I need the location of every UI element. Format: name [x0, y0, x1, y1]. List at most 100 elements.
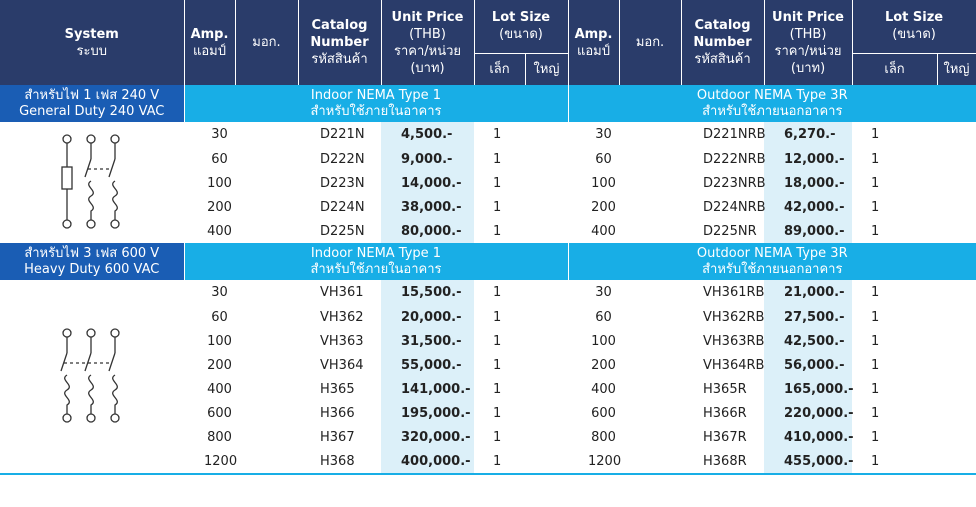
- amp-outdoor-cell: 60: [595, 309, 612, 325]
- lot-small-outdoor-cell: 1: [871, 151, 880, 167]
- mok-cell: [235, 329, 298, 353]
- mok-outdoor-cell: [619, 219, 681, 243]
- lot-small-outdoor-cell: 1: [871, 453, 880, 469]
- section-label: สำหรับไฟ 3 เฟส 600 V Heavy Duty 600 VAC: [0, 243, 185, 280]
- mok-cell: [235, 280, 298, 305]
- price-outdoor-cell: 6,270.-: [764, 122, 853, 147]
- lot-small-outdoor-cell: 1: [871, 405, 880, 421]
- lot-small-cell: 1: [493, 223, 502, 239]
- section-header: สำหรับไฟ 1 เฟส 240 V General Duty 240 VAC…: [0, 85, 976, 122]
- lot-large-outdoor-cell: [937, 195, 976, 219]
- col-mok-outdoor: มอก.: [619, 0, 682, 85]
- col-system: System ระบบ: [0, 0, 185, 85]
- mok-cell: [235, 449, 298, 473]
- lot-large-cell: [525, 195, 568, 219]
- wiring-diagram: [0, 122, 184, 243]
- price-cell: 31,500.-: [381, 329, 474, 353]
- col-unit-price-outdoor: Unit Price (THB) ราคา/หน่วย (บาท): [764, 0, 853, 85]
- lot-large-cell: [525, 401, 568, 425]
- catalog-cell: H366: [320, 405, 355, 421]
- lot-large-outdoor-cell: [937, 329, 976, 353]
- table-row: 30 D221N 4,500.- 1 30 D221NRB 6,270.- 1: [0, 122, 976, 229]
- mok-outdoor-cell: [619, 401, 681, 425]
- mok-outdoor-cell: [619, 305, 681, 329]
- amp-outdoor-cell: 400: [591, 223, 616, 239]
- lot-small-cell: 1: [493, 333, 502, 349]
- amp-cell: 1200: [204, 453, 238, 469]
- lot-small-cell: 1: [493, 453, 502, 469]
- lot-small-outdoor-cell: 1: [871, 309, 880, 325]
- price-cell: 55,000.-: [381, 353, 474, 377]
- catalog-outdoor-cell: D221NRB: [703, 127, 766, 142]
- mok-outdoor-cell: [619, 425, 681, 449]
- price-outdoor-cell: 42,000.-: [764, 195, 853, 219]
- mok-cell: [235, 305, 298, 329]
- price-cell: 195,000.-: [381, 401, 474, 425]
- lot-small-outdoor-cell: 1: [871, 381, 880, 397]
- amp-cell: 200: [207, 357, 232, 373]
- amp-cell: 200: [207, 199, 232, 215]
- mok-cell: [235, 353, 298, 377]
- price-cell: 400,000.-: [381, 449, 474, 473]
- catalog-cell: D225N: [320, 223, 365, 239]
- price-cell: 15,500.-: [381, 280, 474, 305]
- lot-large-cell: [525, 329, 568, 353]
- mok-cell: [235, 122, 298, 147]
- lot-large-outdoor-cell: [937, 219, 976, 243]
- lot-large-cell: [525, 377, 568, 401]
- catalog-cell: VH363: [320, 333, 364, 349]
- lot-small-cell: 1: [493, 357, 502, 373]
- catalog-cell: D222N: [320, 151, 365, 167]
- lot-small-cell: 1: [493, 429, 502, 445]
- lot-small-outdoor-cell: 1: [871, 333, 880, 349]
- lot-large-cell: [525, 171, 568, 195]
- catalog-outdoor-cell: D222NRB: [703, 151, 766, 167]
- amp-cell: 60: [211, 309, 228, 325]
- amp-outdoor-cell: 200: [591, 357, 616, 373]
- section-indoor-band: Indoor NEMA Type 1 สำหรับใช้ภายในอาคาร: [184, 243, 569, 280]
- lot-large-outdoor-cell: [937, 122, 976, 147]
- bottom-rule: [0, 473, 976, 475]
- col-mok: มอก.: [235, 0, 299, 85]
- lot-small-outdoor-cell: 1: [871, 175, 880, 191]
- catalog-cell: H367: [320, 429, 355, 445]
- col-lot-large-outdoor: ใหญ่: [937, 52, 976, 85]
- lot-large-outdoor-cell: [937, 305, 976, 329]
- lot-large-outdoor-cell: [937, 147, 976, 171]
- mok-outdoor-cell: [619, 329, 681, 353]
- lot-large-cell: [525, 219, 568, 243]
- price-cell: 20,000.-: [381, 305, 474, 329]
- price-outdoor-cell: 410,000.-: [764, 425, 854, 449]
- amp-cell: 60: [211, 151, 228, 167]
- price-cell: 9,000.-: [381, 147, 474, 171]
- lot-large-outdoor-cell: [937, 353, 976, 377]
- lot-small-outdoor-cell: 1: [871, 429, 880, 445]
- amp-cell: 400: [207, 223, 232, 239]
- col-lot-size: Lot Size (ขนาด): [474, 0, 569, 53]
- mok-cell: [235, 219, 298, 243]
- mok-cell: [235, 425, 298, 449]
- price-outdoor-cell: 18,000.-: [764, 171, 853, 195]
- catalog-outdoor-cell: H367R: [703, 429, 747, 445]
- price-outdoor-cell: 21,000.-: [764, 280, 853, 305]
- lot-small-outdoor-cell: 1: [871, 357, 880, 373]
- mok-outdoor-cell: [619, 280, 681, 305]
- col-lot-large: ใหญ่: [525, 52, 569, 85]
- amp-cell: 30: [211, 285, 228, 300]
- section-outdoor-band: Outdoor NEMA Type 3R สำหรับใช้ภายนอกอาคาร: [568, 85, 976, 122]
- catalog-cell: VH364: [320, 357, 364, 373]
- lot-small-cell: 1: [493, 127, 502, 142]
- section-indoor-band: Indoor NEMA Type 1 สำหรับใช้ภายในอาคาร: [184, 85, 569, 122]
- lot-large-cell: [525, 305, 568, 329]
- price-cell: 320,000.-: [381, 425, 474, 449]
- catalog-cell: VH361: [320, 285, 364, 300]
- lot-large-cell: [525, 353, 568, 377]
- lot-large-cell: [525, 449, 568, 473]
- mok-cell: [235, 195, 298, 219]
- mok-outdoor-cell: [619, 195, 681, 219]
- catalog-cell: VH362: [320, 309, 364, 325]
- amp-cell: 600: [207, 405, 232, 421]
- amp-outdoor-cell: 800: [591, 429, 616, 445]
- lot-small-outdoor-cell: 1: [871, 127, 880, 142]
- catalog-cell: H368: [320, 453, 355, 469]
